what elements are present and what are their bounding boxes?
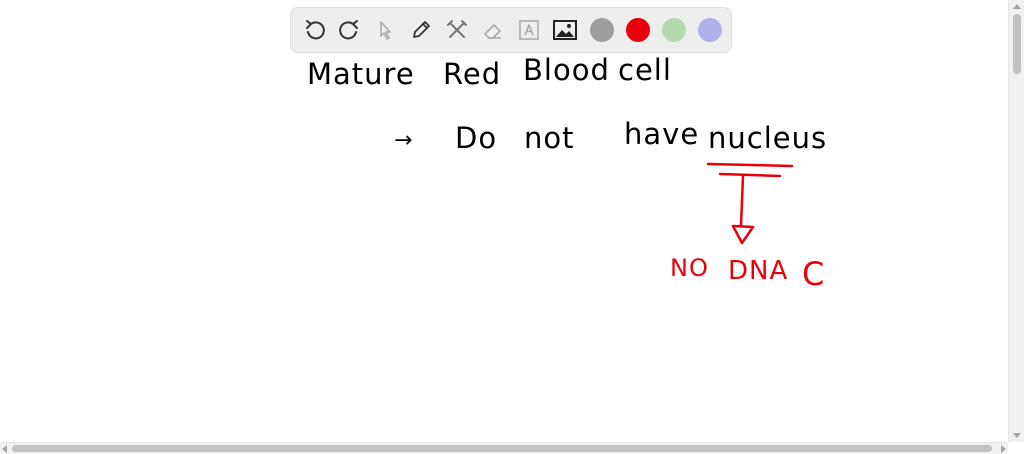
redo-button[interactable] xyxy=(333,14,365,46)
drawing-toolbar xyxy=(290,7,732,53)
pen-icon xyxy=(413,21,430,38)
annotation-c: C xyxy=(802,255,826,293)
annotation-no: NO xyxy=(670,254,709,282)
scroll-up-arrow-icon[interactable] xyxy=(1013,4,1021,9)
tools-icon xyxy=(447,20,467,38)
image-tool-button[interactable] xyxy=(549,14,581,46)
undo-button[interactable] xyxy=(299,14,331,46)
select-pointer-icon xyxy=(380,21,391,40)
color-swatch-lavender[interactable] xyxy=(698,18,722,42)
scroll-left-arrow-icon[interactable] xyxy=(2,445,7,453)
text-tool-button[interactable] xyxy=(513,14,545,46)
handwriting-word-nucleus: nucleus xyxy=(708,121,828,155)
handwriting-word: Red xyxy=(443,57,502,91)
annotation-dna: DNA xyxy=(728,256,789,286)
color-swatch-red[interactable] xyxy=(626,18,650,42)
horizontal-scroll-thumb[interactable] xyxy=(12,445,992,452)
image-icon xyxy=(553,20,577,40)
handwriting-bullet-arrow: → xyxy=(394,128,414,153)
eraser-icon xyxy=(484,24,501,39)
red-annotation-arrow xyxy=(706,162,794,245)
handwriting-word: Blood xyxy=(523,53,610,87)
text-tool-icon xyxy=(519,20,539,40)
undo-icon xyxy=(306,20,325,40)
whiteboard-canvas[interactable]: Mature Red Blood cell → Do not have nucl… xyxy=(0,0,1008,442)
color-swatch-green[interactable] xyxy=(662,18,686,42)
pen-tool-button[interactable] xyxy=(405,14,437,46)
eraser-button[interactable] xyxy=(477,14,509,46)
handwriting-word: have xyxy=(624,117,700,151)
select-tool-button[interactable] xyxy=(369,14,401,46)
vertical-scrollbar[interactable] xyxy=(1008,0,1024,442)
handwriting-word: not xyxy=(524,121,575,155)
vertical-scroll-thumb[interactable] xyxy=(1013,14,1021,74)
redo-icon xyxy=(339,20,358,40)
handwriting-word: Do xyxy=(455,121,498,155)
horizontal-scrollbar[interactable] xyxy=(0,442,1008,454)
handwriting-word: Mature xyxy=(307,57,415,91)
scroll-down-arrow-icon[interactable] xyxy=(1013,433,1021,438)
tools-button[interactable] xyxy=(441,14,473,46)
handwriting-word: cell xyxy=(618,53,672,87)
scroll-right-arrow-icon[interactable] xyxy=(1001,445,1006,453)
color-swatch-gray[interactable] xyxy=(590,18,614,42)
